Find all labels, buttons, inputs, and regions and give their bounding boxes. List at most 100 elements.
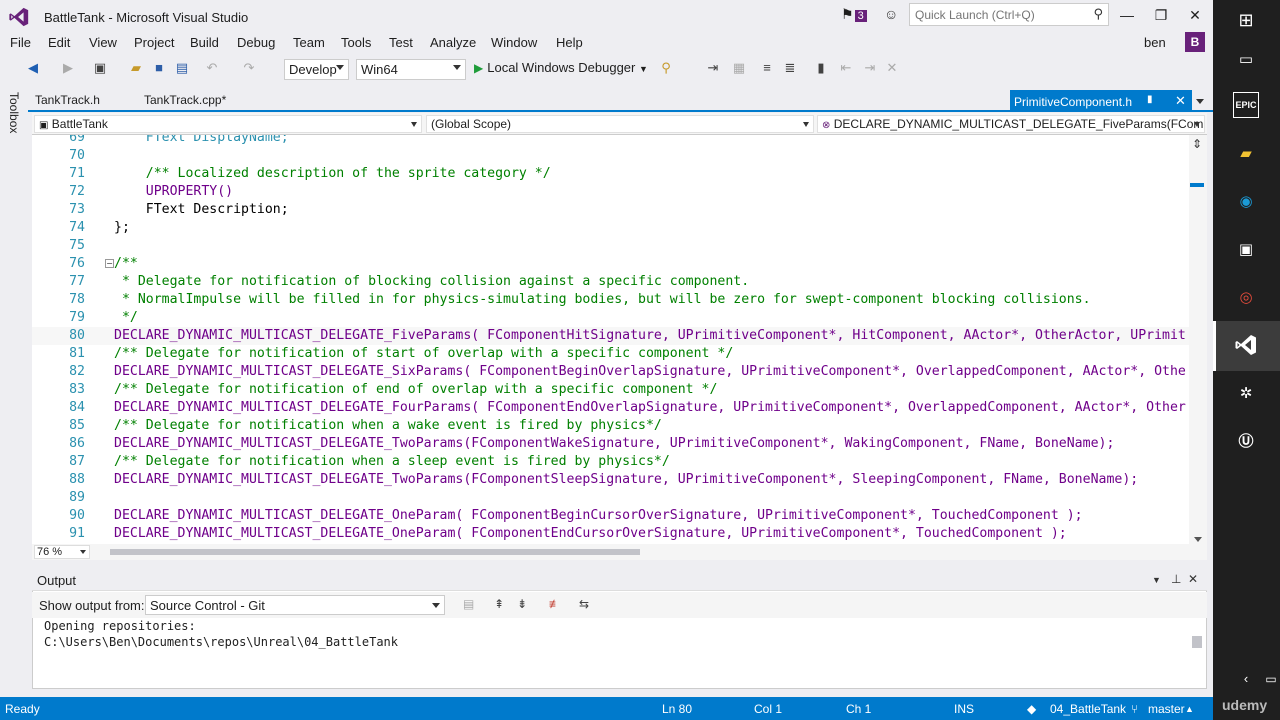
code-line: 83/** Delegate for notification of end o…: [69, 382, 718, 397]
code-line: 78 * NormalImpulse will be filled in for…: [69, 292, 1091, 307]
tab-overflow-icon[interactable]: [1196, 99, 1204, 104]
horizontal-scroll-thumb[interactable]: [110, 549, 640, 555]
menu-team[interactable]: Team: [293, 35, 325, 50]
scope-value: (Global Scope): [431, 117, 512, 131]
maximize-button[interactable]: ❐: [1146, 4, 1176, 26]
close-panel-icon[interactable]: ✕: [1188, 572, 1198, 586]
output-scrollbar[interactable]: [1189, 620, 1205, 670]
split-icon[interactable]: ⇕: [1192, 137, 1202, 151]
quick-launch-input[interactable]: [910, 4, 1085, 25]
show-output-label: Show output from:: [39, 598, 145, 613]
prev-bookmark-icon[interactable]: ⇤: [838, 60, 854, 76]
tab-primitivecomponent-h[interactable]: PrimitiveComponent.h ▮ ✕: [1010, 90, 1192, 112]
menu-analyze[interactable]: Analyze: [430, 35, 476, 50]
code-editor[interactable]: 69 FText DisplayName; 70 71 /** Localize…: [32, 135, 1189, 544]
start-debugger-button[interactable]: ▶ Local Windows Debugger ▼: [474, 60, 648, 75]
pin-icon[interactable]: ▮: [1147, 94, 1153, 105]
pin-icon[interactable]: ⊥: [1171, 572, 1181, 586]
unreal-engine-icon[interactable]: Ⓤ: [1233, 429, 1259, 455]
next-bookmark-icon[interactable]: ⇥: [862, 60, 878, 76]
epic-games-icon[interactable]: EPIC: [1233, 92, 1259, 118]
menu-edit[interactable]: Edit: [48, 35, 70, 50]
status-branch[interactable]: master: [1148, 702, 1185, 716]
oculus-icon[interactable]: ▣: [1233, 237, 1259, 263]
output-source-select[interactable]: Source Control - Git: [145, 595, 445, 615]
zoom-select[interactable]: 76 %: [34, 545, 90, 559]
collapse-icon[interactable]: −: [105, 259, 114, 268]
open-folder-icon[interactable]: ▰: [128, 60, 144, 76]
global-scope-select[interactable]: (Global Scope): [426, 115, 814, 133]
windows-start-icon[interactable]: ⊞: [1233, 7, 1259, 33]
chevron-up-icon[interactable]: ▲: [1185, 704, 1194, 714]
project-scope-select[interactable]: ▣ BattleTank: [34, 115, 422, 133]
menu-view[interactable]: View: [89, 35, 117, 50]
file-explorer-icon[interactable]: ▰: [1233, 141, 1259, 167]
uncomment-lines-icon[interactable]: ≣: [782, 60, 798, 76]
editor-vertical-scrollbar[interactable]: ⇕: [1189, 135, 1207, 544]
menu-file[interactable]: File: [10, 35, 31, 50]
repo-icon: ◆: [1027, 702, 1037, 716]
configuration-select[interactable]: Develop: [284, 59, 349, 80]
close-window-button[interactable]: ✕: [1180, 4, 1210, 26]
comment-lines-icon[interactable]: ≡: [759, 60, 775, 76]
menu-tools[interactable]: Tools: [341, 35, 371, 50]
menu-project[interactable]: Project: [134, 35, 174, 50]
search-icon[interactable]: ⚲: [1093, 6, 1103, 22]
tab-tanktrack-cpp[interactable]: TankTrack.cpp*: [144, 93, 226, 107]
notifications-button[interactable]: ⚑ 3: [841, 6, 867, 23]
status-repository[interactable]: 04_BattleTank: [1050, 702, 1126, 716]
close-tab-icon[interactable]: ✕: [1175, 93, 1186, 109]
forward-icon[interactable]: ▶: [60, 60, 76, 76]
back-icon[interactable]: ◀: [25, 60, 41, 76]
git-client-icon[interactable]: ✲: [1233, 381, 1259, 407]
menu-build[interactable]: Build: [190, 35, 219, 50]
minimize-button[interactable]: —: [1112, 4, 1142, 26]
menu-bar: File Edit View Project Build Debug Team …: [0, 33, 1213, 54]
save-icon[interactable]: ■: [151, 60, 167, 76]
status-ready: Ready: [5, 702, 40, 716]
menu-test[interactable]: Test: [389, 35, 413, 50]
toolbox-strip: [0, 88, 28, 698]
next-message-icon[interactable]: ⇟: [517, 597, 527, 611]
toolbox-tab[interactable]: Toolbox: [7, 92, 21, 133]
avatar[interactable]: B: [1185, 32, 1205, 52]
visual-studio-logo-icon: [9, 7, 29, 27]
user-name[interactable]: ben: [1144, 35, 1166, 50]
scroll-thumb[interactable]: [1192, 636, 1202, 648]
new-project-icon[interactable]: ▣: [92, 60, 108, 76]
prev-message-icon[interactable]: ⇞: [494, 597, 504, 611]
tab-tanktrack-h[interactable]: TankTrack.h: [35, 93, 100, 107]
chevron-down-icon: [411, 122, 417, 127]
chevron-left-icon[interactable]: ‹: [1233, 666, 1259, 692]
quick-launch-box[interactable]: ⚲: [909, 3, 1109, 26]
save-all-icon[interactable]: ▤: [174, 60, 190, 76]
menu-debug[interactable]: Debug: [237, 35, 275, 50]
word-wrap-icon[interactable]: ⇆: [579, 597, 589, 611]
scroll-down-icon[interactable]: [1194, 537, 1202, 542]
member-icon: ⊗: [822, 120, 831, 131]
menu-help[interactable]: Help: [556, 35, 583, 50]
find-icon[interactable]: ⚲: [658, 60, 674, 76]
undo-icon[interactable]: ↶: [204, 60, 220, 76]
redo-icon[interactable]: ↷: [241, 60, 257, 76]
code-line: 81/** Delegate for notification of start…: [69, 346, 734, 361]
chevron-down-icon: [336, 65, 344, 70]
clear-bookmarks-icon[interactable]: ✕: [884, 60, 900, 76]
format-icon[interactable]: ▦: [731, 60, 747, 76]
visual-studio-taskbar-icon[interactable]: [1233, 333, 1259, 359]
panel-menu-icon[interactable]: ▼: [1152, 575, 1161, 585]
step-icon[interactable]: ⇥: [705, 60, 721, 76]
steam-icon[interactable]: ◉: [1233, 189, 1259, 215]
menu-window[interactable]: Window: [491, 35, 537, 50]
status-line: Ln 80: [662, 702, 693, 716]
scroll-thumb[interactable]: [1190, 183, 1204, 187]
member-select[interactable]: ⊗ DECLARE_DYNAMIC_MULTICAST_DELEGATE_Fiv…: [817, 115, 1205, 133]
platform-select[interactable]: Win64: [356, 59, 466, 80]
bookmark-icon[interactable]: ▮: [813, 60, 829, 76]
find-message-icon[interactable]: ▤: [463, 597, 474, 611]
chrome-icon[interactable]: ◎: [1233, 285, 1259, 311]
feedback-icon[interactable]: ☺: [884, 6, 898, 22]
clear-all-icon[interactable]: ≢: [549, 597, 561, 611]
task-view-icon[interactable]: ▭: [1233, 47, 1259, 73]
chat-icon[interactable]: ▭: [1258, 666, 1280, 692]
